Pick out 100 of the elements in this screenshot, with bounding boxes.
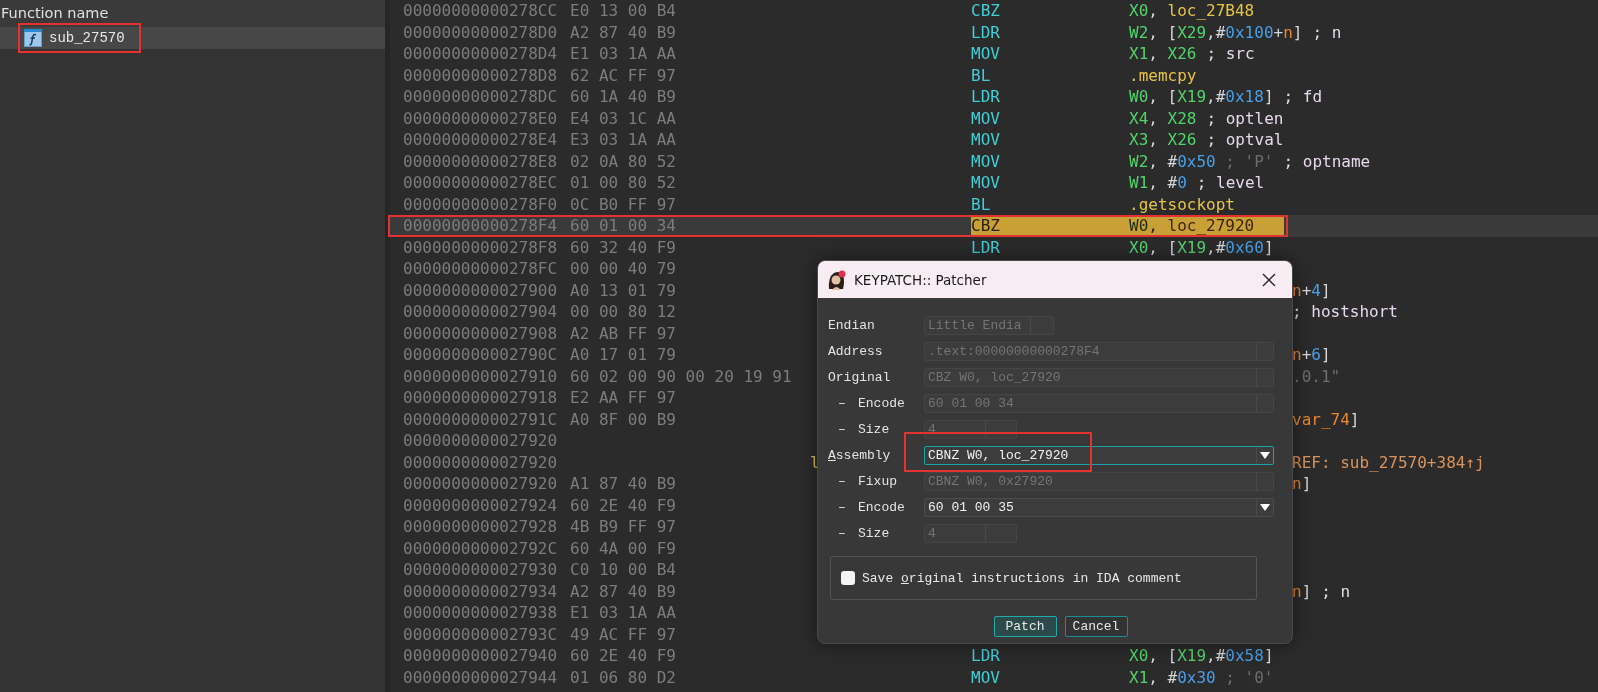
listing-row[interactable]: 00000000000278F0 0C B0 FF 97 BL .getsockopt	[390, 193, 1598, 215]
operand-text: .memcpy	[1129, 64, 1197, 86]
listing-row[interactable]: 00000000000278CC E0 13 00 B4 CBZ X0, loc_27B48	[390, 0, 1598, 22]
byte-code: 60 1A 40 B9	[570, 86, 676, 108]
byte-code: 49 AC FF 97	[570, 623, 676, 645]
dash-mark: –	[837, 499, 847, 515]
mnemonic: MOV	[971, 130, 1000, 149]
listing-row[interactable]: 00000000000278F8 60 32 40 F9 LDR X0, [X19,#0x60]	[390, 236, 1598, 258]
listing-row[interactable]: 00000000000278DC 60 1A 40 B9 LDR W0, [X19,#0x18] ; fd	[390, 86, 1598, 108]
field-label: Size	[858, 525, 890, 541]
comment-text: ; hostshort	[1292, 301, 1398, 323]
byte-code: 60 4A 00 F9	[570, 537, 676, 559]
address: 0000000000027904	[403, 302, 558, 321]
comment-text: ; optval	[1206, 129, 1284, 151]
byte-code: A0 8F 00 B9	[570, 408, 676, 430]
operand-text: W2, #0x50 ; 'P'	[1129, 150, 1274, 172]
operand-text: X0, loc_27B48	[1129, 0, 1255, 22]
comment-text: ; fd	[1283, 86, 1323, 108]
field-label: Size	[858, 421, 890, 437]
address: 0000000000027920	[403, 431, 558, 450]
close-icon[interactable]	[1262, 272, 1276, 287]
listing-row[interactable]: 0000000000027940 60 2E 40 F9 LDR X0, [X19,#0x58]	[390, 645, 1598, 667]
operand-text: X4, X28	[1129, 107, 1197, 129]
comment-text: ; optname	[1283, 150, 1371, 172]
operand-text: X3, X26	[1129, 129, 1197, 151]
address: 00000000000278F4	[403, 216, 558, 235]
byte-code: 60 2E 40 F9	[570, 494, 676, 516]
byte-code: A1 87 40 B9	[570, 473, 676, 495]
operand-text: REF: sub_27570+384↑j	[1292, 451, 1485, 473]
operand-text: W2, [X29,#0x100+n]	[1129, 21, 1303, 43]
byte-code: E2 AA FF 97	[570, 387, 676, 409]
byte-code: A2 AB FF 97	[570, 322, 676, 344]
byte-code: A2 87 40 B9	[570, 580, 676, 602]
address: 0000000000027900	[403, 280, 558, 300]
listing-row[interactable]: 00000000000278F4 60 01 00 34 CBZ W0, loc_27920	[390, 215, 1598, 237]
byte-code: 60 2E 40 F9	[570, 645, 676, 667]
address: 0000000000027940	[403, 646, 558, 665]
byte-code: E1 03 1A AA	[570, 43, 676, 65]
function-icon	[24, 29, 42, 47]
address: 000000000002790C	[403, 345, 558, 364]
mnemonic: MOV	[971, 667, 1000, 687]
input-field[interactable]: 60 01 00 35	[924, 497, 1274, 517]
listing-row[interactable]: 00000000000278D8 62 AC FF 97 BL .memcpy	[390, 64, 1598, 86]
byte-code: 62 AC FF 97	[570, 64, 676, 86]
field-label: Fixup	[858, 473, 897, 489]
listing-row[interactable]: 00000000000278E4 E3 03 1A AA MOV X3, X26 ; optval	[390, 129, 1598, 151]
listing-row[interactable]: 00000000000278D0 A2 87 40 B9 LDR W2, [X29,#0x100+n] ; n	[390, 21, 1598, 43]
address: 0000000000027928	[403, 517, 558, 536]
checkbox-label[interactable]: Save original instructions in IDA comment	[862, 570, 1182, 586]
listing-row[interactable]: 00000000000278D4 E1 03 1A AA MOV X1, X26 ; src	[390, 43, 1598, 65]
dialog-button[interactable]: Cancel	[1064, 616, 1128, 637]
input-field[interactable]: CBNZ W0, loc_27920	[924, 445, 1274, 465]
comment-text: ; src	[1206, 43, 1255, 65]
dash-mark: –	[837, 473, 847, 489]
byte-code: 02 0A 80 52	[570, 150, 676, 172]
mnemonic: BL	[971, 65, 991, 85]
byte-code: 0C B0 FF 97	[570, 193, 676, 215]
address: 0000000000027918	[403, 388, 558, 407]
byte-code: E1 03 1A AA	[570, 602, 676, 624]
byte-code: E3 03 1A AA	[570, 129, 676, 151]
dash-mark: –	[837, 395, 847, 411]
address: 00000000000278F8	[403, 237, 558, 257]
byte-code: C0 10 00 B4	[570, 559, 676, 581]
dialog-button[interactable]: Patch	[993, 616, 1057, 637]
address: 000000000002792C	[403, 538, 558, 558]
address: 00000000000278CC	[403, 1, 558, 20]
address: 0000000000027938	[403, 603, 558, 622]
byte-code: 00 00 80 12	[570, 301, 676, 323]
field-label: Encode	[858, 499, 905, 515]
address: 00000000000278DC	[403, 87, 558, 106]
checkbox[interactable]	[841, 571, 855, 585]
operand-text: n+6]	[1292, 344, 1331, 366]
listing-row[interactable]: 0000000000027944 01 06 80 D2 MOV X1, #0x30 ; '0'	[390, 666, 1598, 688]
function-name: sub_27570	[49, 30, 125, 46]
byte-code: 01 00 80 52	[570, 172, 676, 194]
field-label: Assembly	[828, 447, 891, 463]
address: 0000000000027944	[403, 667, 558, 687]
address: 00000000000278E4	[403, 130, 558, 149]
listing-row[interactable]: 00000000000278E0 E4 03 1C AA MOV X4, X28 ; optlen	[390, 107, 1598, 129]
byte-code: 60 02 00 90 00 20 19 91	[570, 365, 792, 387]
address: 00000000000278E0	[403, 108, 558, 128]
operand-text: W1, #0	[1129, 172, 1187, 194]
byte-code: A0 17 01 79	[570, 344, 676, 366]
operand-text: n+4]	[1292, 279, 1331, 301]
listing-row[interactable]: 00000000000278E8 02 0A 80 52 MOV W2, #0x50 ; 'P' ; optname	[390, 150, 1598, 172]
dropdown-icon	[1260, 503, 1270, 511]
operand-text: X0, [X19,#0x58]	[1129, 645, 1274, 667]
listing-row[interactable]: 00000000000278EC 01 00 80 52 MOV W1, #0 ; level	[390, 172, 1598, 194]
byte-code: E4 03 1C AA	[570, 107, 676, 129]
field-label: Endian	[828, 317, 875, 333]
address: 00000000000278FC	[403, 259, 558, 278]
address: 00000000000278E8	[403, 151, 558, 171]
column-header[interactable]: Function name	[0, 0, 385, 27]
comment-text: ; level	[1196, 172, 1265, 194]
byte-code: E0 13 00 B4	[570, 0, 676, 22]
address: 00000000000278EC	[403, 173, 558, 192]
comment-text: ; optlen	[1206, 107, 1284, 129]
window-title: KEYPATCH:: Patcher	[854, 271, 988, 288]
field-label: Original	[828, 369, 891, 385]
mnemonic: MOV	[971, 108, 1000, 128]
